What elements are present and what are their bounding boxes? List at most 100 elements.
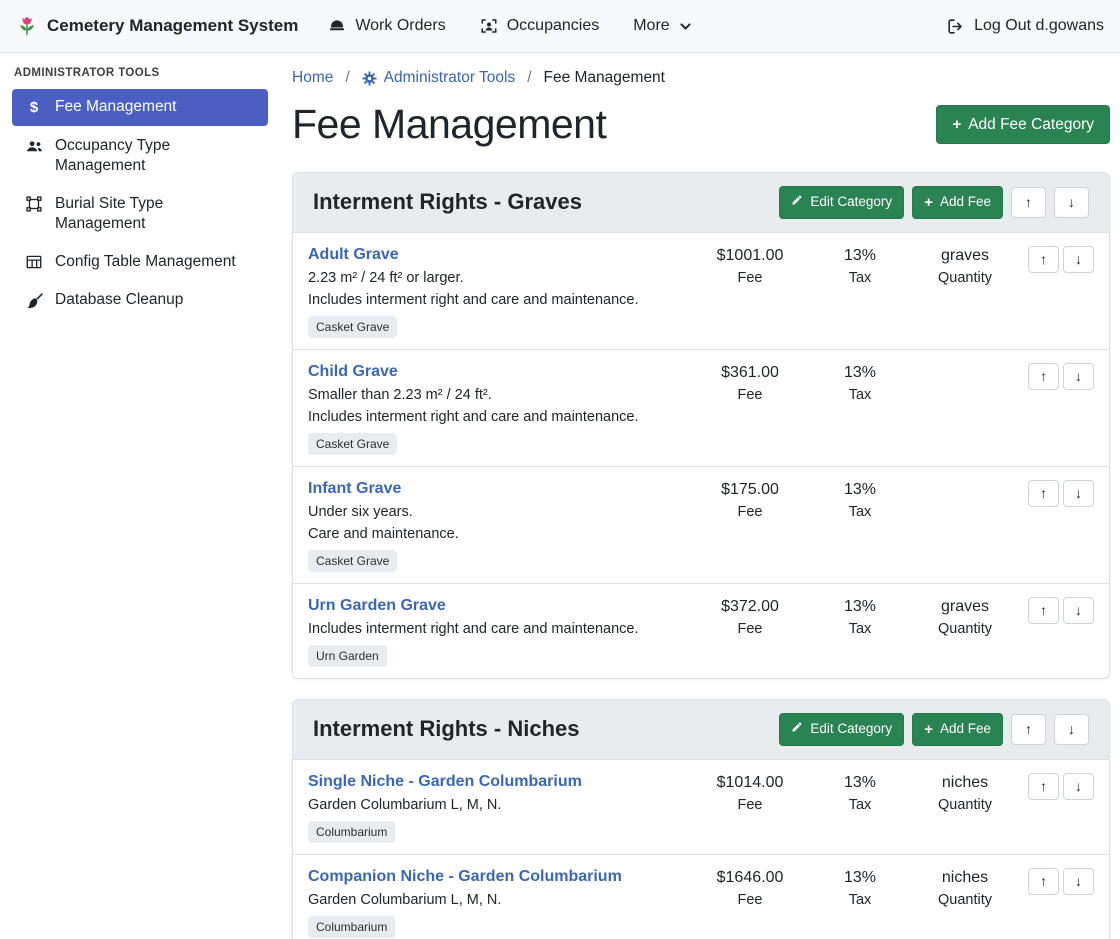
tax-value: 13% — [810, 869, 910, 887]
tax-column: 13% Tax — [810, 773, 910, 813]
tax-label: Tax — [810, 387, 910, 403]
fee-info: Infant Grave Under six years. Care and m… — [308, 480, 690, 572]
logout-button[interactable]: Log Out d.gowans — [946, 17, 1104, 36]
category-actions: Edit Category + Add Fee ↑ ↓ — [779, 186, 1089, 219]
breadcrumb-separator: / — [345, 69, 349, 87]
fee-amount-column: $175.00 Fee — [690, 480, 810, 520]
add-fee-label: Add Fee — [940, 721, 991, 738]
sidebar-item-occupancy-type[interactable]: Occupancy Type Management — [12, 128, 268, 184]
tax-value: 13% — [810, 364, 910, 382]
fee-name-link[interactable]: Urn Garden Grave — [308, 597, 446, 615]
fee-category-card-niches: Interment Rights - Niches Edit Category … — [292, 699, 1110, 939]
move-fee-up-button[interactable]: ↑ — [1028, 868, 1059, 896]
tax-label: Tax — [810, 797, 910, 813]
fee-reorder-controls: ↑ ↓ — [1020, 363, 1094, 391]
fee-name-link[interactable]: Infant Grave — [308, 480, 401, 498]
fee-label: Fee — [690, 797, 810, 813]
fee-row: Adult Grave 2.23 m² / 24 ft² or larger. … — [293, 233, 1109, 350]
sidebar-item-fee-management[interactable]: $ Fee Management — [12, 89, 268, 126]
logout-label: Log Out d.gowans — [974, 17, 1104, 35]
quantity-column — [910, 363, 1020, 364]
edit-category-button[interactable]: Edit Category — [779, 186, 904, 219]
sidebar-item-database-cleanup[interactable]: Database Cleanup — [12, 282, 268, 318]
dollar-icon: $ — [24, 98, 44, 118]
sidebar-item-config-table[interactable]: Config Table Management — [12, 244, 268, 280]
move-fee-down-button[interactable]: ↓ — [1063, 597, 1094, 625]
tax-value: 13% — [810, 774, 910, 792]
move-fee-up-button[interactable]: ↑ — [1028, 597, 1059, 625]
fee-type-badge: Casket Grave — [308, 316, 397, 338]
add-fee-category-button[interactable]: + Add Fee Category — [936, 105, 1110, 144]
breadcrumb-admin-tools[interactable]: Administrator Tools — [362, 69, 516, 87]
breadcrumb: Home / — [292, 69, 1110, 87]
move-fee-down-button[interactable]: ↓ — [1063, 868, 1094, 896]
tax-label: Tax — [810, 504, 910, 520]
category-title: Interment Rights - Niches — [313, 716, 579, 742]
breadcrumb-home[interactable]: Home — [292, 69, 333, 87]
move-fee-down-button[interactable]: ↓ — [1063, 363, 1094, 391]
fee-description: Under six years. — [308, 504, 690, 520]
breadcrumb-admin-tools-label: Administrator Tools — [384, 69, 516, 87]
breadcrumb-current: Fee Management — [544, 69, 666, 87]
fee-label: Fee — [690, 270, 810, 286]
sidebar-item-label: Occupancy Type Management — [55, 136, 256, 176]
hard-hat-icon — [328, 17, 346, 35]
category-header: Interment Rights - Niches Edit Category … — [293, 700, 1109, 760]
nav-occupancies[interactable]: Occupancies — [480, 17, 600, 35]
nav-more[interactable]: More — [633, 17, 691, 35]
fee-info: Child Grave Smaller than 2.23 m² / 24 ft… — [308, 363, 690, 455]
fee-name-link[interactable]: Companion Niche - Garden Columbarium — [308, 868, 622, 886]
tax-value: 13% — [810, 247, 910, 265]
main-content: Home / — [280, 53, 1120, 939]
move-fee-up-button[interactable]: ↑ — [1028, 480, 1059, 508]
fee-type-badge: Columbarium — [308, 821, 395, 843]
edit-category-button[interactable]: Edit Category — [779, 713, 904, 746]
fee-category-card-graves: Interment Rights - Graves Edit Category … — [292, 172, 1110, 679]
move-category-down-button[interactable]: ↓ — [1054, 187, 1089, 219]
fee-amount: $361.00 — [690, 364, 810, 382]
add-fee-button[interactable]: + Add Fee — [912, 713, 1003, 746]
nav-more-label: More — [633, 17, 669, 35]
category-title: Interment Rights - Graves — [313, 189, 582, 215]
tax-column: 13% Tax — [810, 868, 910, 908]
fee-reorder-controls: ↑ ↓ — [1020, 773, 1094, 801]
fee-description: Includes interment right and care and ma… — [308, 409, 690, 425]
gear-icon — [362, 71, 377, 86]
pencil-icon — [791, 721, 803, 738]
sidebar: ADMINISTRATOR TOOLS $ Fee Management Occ… — [0, 53, 280, 939]
quantity-column: graves Quantity — [910, 246, 1020, 286]
quantity-column: graves Quantity — [910, 597, 1020, 637]
fee-type-badge: Columbarium — [308, 916, 395, 938]
add-fee-button[interactable]: + Add Fee — [912, 186, 1003, 219]
fee-description: Includes interment right and care and ma… — [308, 621, 690, 637]
quantity-label: Quantity — [910, 621, 1020, 637]
fee-label: Fee — [690, 387, 810, 403]
fee-amount: $372.00 — [690, 598, 810, 616]
fee-info: Adult Grave 2.23 m² / 24 ft² or larger. … — [308, 246, 690, 338]
sidebar-item-label: Database Cleanup — [55, 290, 183, 310]
move-fee-down-button[interactable]: ↓ — [1063, 246, 1094, 274]
fee-reorder-controls: ↑ ↓ — [1020, 597, 1094, 625]
category-header: Interment Rights - Graves Edit Category … — [293, 173, 1109, 233]
move-fee-up-button[interactable]: ↑ — [1028, 363, 1059, 391]
nav-work-orders[interactable]: Work Orders — [328, 17, 445, 35]
move-fee-down-button[interactable]: ↓ — [1063, 773, 1094, 801]
quantity-column: niches Quantity — [910, 773, 1020, 813]
fee-type-badge: Urn Garden — [308, 645, 387, 667]
move-category-up-button[interactable]: ↑ — [1011, 714, 1046, 746]
fee-name-link[interactable]: Child Grave — [308, 363, 398, 381]
move-category-up-button[interactable]: ↑ — [1011, 187, 1046, 219]
move-fee-down-button[interactable]: ↓ — [1063, 480, 1094, 508]
person-bounding-box-icon — [480, 17, 498, 35]
move-fee-up-button[interactable]: ↑ — [1028, 246, 1059, 274]
fee-name-link[interactable]: Adult Grave — [308, 246, 399, 264]
move-fee-up-button[interactable]: ↑ — [1028, 773, 1059, 801]
app-brand[interactable]: Cemetery Management System — [16, 15, 298, 37]
move-category-down-button[interactable]: ↓ — [1054, 714, 1089, 746]
add-fee-category-label: Add Fee Category — [968, 115, 1094, 134]
fee-description: Smaller than 2.23 m² / 24 ft². — [308, 387, 690, 403]
tax-label: Tax — [810, 621, 910, 637]
quantity-unit: graves — [910, 598, 1020, 616]
fee-name-link[interactable]: Single Niche - Garden Columbarium — [308, 773, 582, 791]
sidebar-item-burial-site-type[interactable]: Burial Site Type Management — [12, 186, 268, 242]
